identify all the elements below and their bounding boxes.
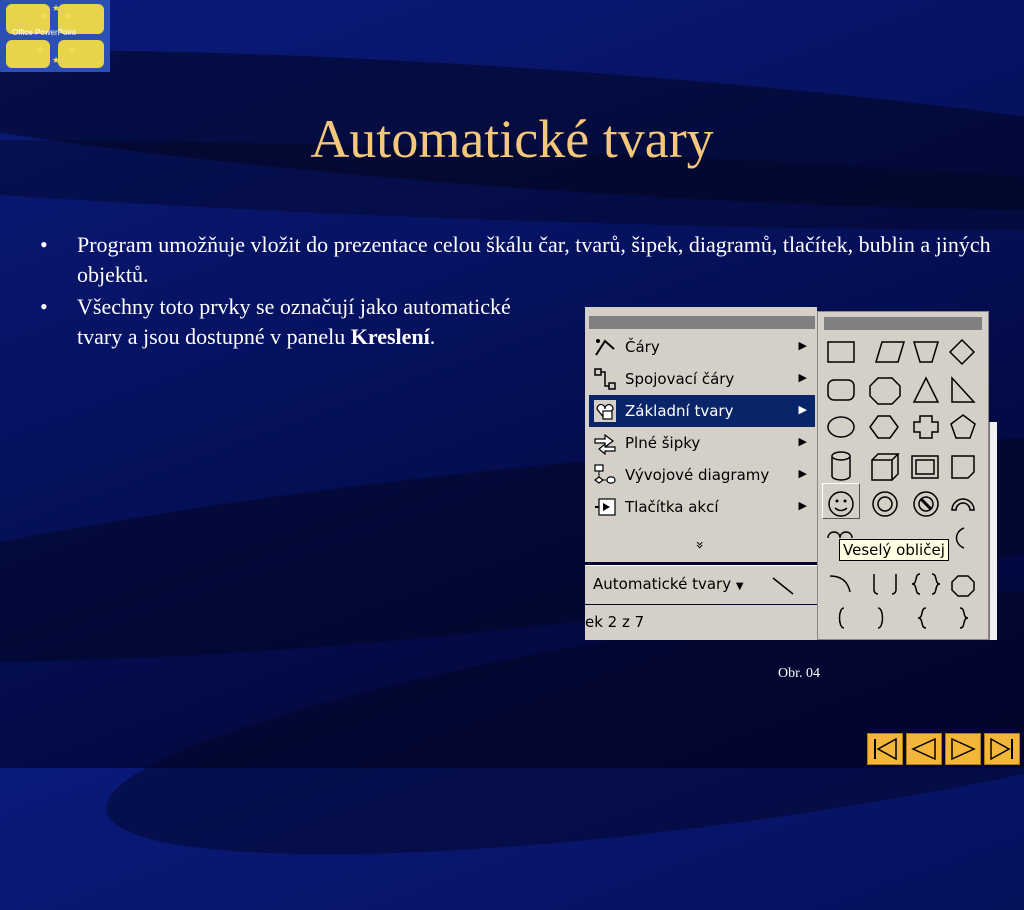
connectors-icon	[594, 368, 616, 390]
bullet-bold-text: Kreslení	[350, 324, 430, 349]
autoshapes-label: Automatické tvary	[593, 575, 732, 593]
parallelogram-shape-icon	[874, 341, 906, 363]
submenu-arrow-icon: ▶	[798, 403, 807, 416]
figure-caption: Obr. 04	[778, 666, 820, 681]
right-triangle-shape-icon	[951, 376, 976, 403]
menu-item-label: Základní tvary	[625, 402, 734, 420]
menu-title-bar	[589, 316, 815, 329]
plaque-shape-icon	[951, 575, 975, 597]
menu-item-flowchart[interactable]: Vývojové diagramy ▶	[589, 459, 815, 491]
previous-slide-button[interactable]	[906, 733, 942, 765]
shape-tooltip: Veselý obličej	[839, 539, 949, 561]
last-slide-button[interactable]	[984, 733, 1020, 765]
bullet-dot: •	[40, 294, 48, 319]
arc-shape-icon	[829, 575, 851, 593]
rounded-rectangle-shape-icon	[827, 379, 855, 401]
menu-item-action-buttons[interactable]: Tlačítka akcí ▶	[589, 491, 815, 523]
submenu-arrow-icon: ▶	[798, 499, 807, 512]
menu-item-label: Čáry	[625, 338, 660, 356]
menu-item-lines[interactable]: Čáry ▶	[589, 331, 815, 363]
pentagon-shape-icon	[950, 414, 976, 439]
menu-item-basic-shapes[interactable]: Základní tvary ▶	[589, 395, 815, 427]
right-brace-shape-icon	[959, 607, 969, 629]
cube-shape-icon	[871, 453, 900, 481]
bullet-text: Všechny toto prvky se označují jako auto…	[77, 294, 511, 349]
autoshapes-screenshot: Čáry ▶ Spojovací čáry ▶ Základní tvary ▶…	[585, 307, 997, 640]
drawing-toolbar: Automatické tvary ▼	[585, 565, 817, 604]
oval-shape-icon	[827, 416, 855, 438]
shape-grid	[827, 338, 976, 629]
next-slide-button[interactable]	[945, 733, 981, 765]
status-bar: ek 2 z 7	[585, 605, 817, 640]
window-edge	[989, 422, 997, 640]
double-brace-shape-icon	[911, 573, 941, 595]
basic-shapes-icon	[594, 400, 616, 422]
moon-shape-icon	[955, 527, 965, 549]
right-bracket-shape-icon	[877, 607, 884, 629]
menu-item-label: Plné šipky	[625, 434, 701, 452]
first-slide-icon	[874, 737, 897, 761]
submenu-arrow-icon: ▶	[798, 435, 807, 448]
double-bracket-shape-icon	[873, 574, 897, 595]
bullet-text: Program umožňuje vložit do prezentace ce…	[77, 232, 991, 287]
trapezoid-shape-icon	[912, 341, 940, 363]
rectangle-shape-icon	[827, 341, 855, 363]
bullet-end: .	[429, 324, 436, 349]
triangle-shape-icon	[912, 376, 940, 403]
office-powerpoint-logo: ★ ★ ★ ★ ★ ★ Office PowerPoint	[0, 0, 110, 72]
slide-counter: ek 2 z 7	[585, 613, 645, 631]
hexagon-shape-icon	[869, 415, 899, 439]
bullet-dot: •	[40, 232, 48, 257]
submenu-arrow-icon: ▶	[798, 339, 807, 352]
menu-item-label: Tlačítka akcí	[625, 498, 719, 516]
block-arc-shape-icon	[951, 498, 975, 511]
heart-shape-icon	[827, 531, 853, 539]
bullet-item: • Program umožňuje vložit do prezentace …	[40, 230, 1017, 290]
dropdown-arrow-icon: ▼	[735, 581, 744, 592]
left-brace-shape-icon	[917, 607, 927, 629]
folded-corner-shape-icon	[951, 455, 975, 479]
lines-icon	[595, 339, 615, 356]
octagon-shape-icon	[869, 377, 901, 405]
menu-item-connectors[interactable]: Spojovací čáry ▶	[589, 363, 815, 395]
first-slide-button[interactable]	[867, 733, 903, 765]
bullet-item: • Všechny toto prvky se označují jako au…	[40, 292, 537, 352]
diamond-shape-icon	[948, 338, 976, 366]
menu-item-label: Vývojové diagramy	[625, 466, 770, 484]
autoshapes-dropdown[interactable]: Automatické tvary ▼	[593, 575, 744, 593]
can-shape-icon	[831, 451, 851, 481]
logo-text: Office PowerPoint	[12, 28, 76, 37]
previous-slide-icon	[911, 737, 936, 761]
slide-title: Automatické tvary	[310, 109, 714, 169]
menu-item-block-arrows[interactable]: Plné šipky ▶	[589, 427, 815, 459]
smiley-face-shape-icon	[828, 491, 854, 517]
action-buttons-icon	[595, 498, 616, 516]
expand-menu-chevron-icon[interactable]: »	[691, 541, 707, 550]
line-tool-icon[interactable]	[771, 576, 795, 596]
left-bracket-shape-icon	[838, 607, 845, 629]
last-slide-icon	[990, 737, 1013, 761]
autoshapes-menu: Čáry ▶ Spojovací čáry ▶ Základní tvary ▶…	[585, 307, 817, 562]
block-arrows-icon	[594, 433, 616, 455]
basic-shapes-palette	[817, 311, 989, 640]
flowchart-icon	[594, 464, 616, 484]
submenu-arrow-icon: ▶	[798, 371, 807, 384]
next-slide-icon	[951, 737, 976, 761]
menu-item-label: Spojovací čáry	[625, 370, 735, 388]
submenu-arrow-icon: ▶	[798, 467, 807, 480]
cross-shape-icon	[913, 415, 939, 439]
donut-shape-icon	[872, 491, 898, 517]
